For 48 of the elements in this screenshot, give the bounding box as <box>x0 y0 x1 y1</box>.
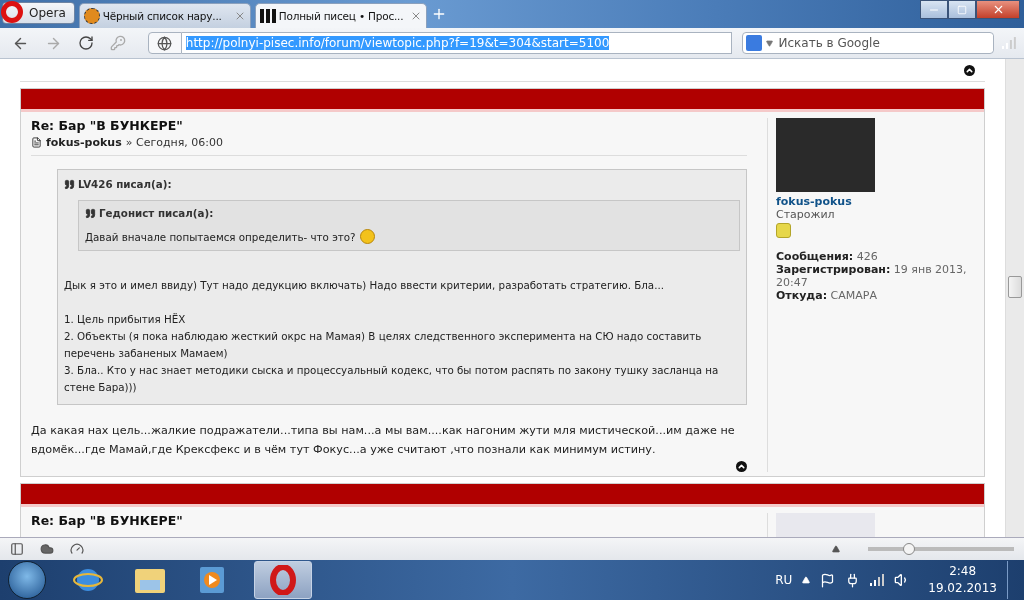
minimize-button[interactable] <box>920 0 948 19</box>
search-engine-icon <box>745 35 762 51</box>
profile-stat: Сообщения: 426 <box>776 250 879 263</box>
opera-menu-button[interactable]: Opera <box>2 2 75 24</box>
clock[interactable]: 2:48 19.02.2013 <box>928 563 997 597</box>
signal-bars-icon <box>1002 37 1016 49</box>
caret-icon[interactable] <box>765 39 773 47</box>
flag-icon[interactable] <box>820 572 836 588</box>
caret-icon[interactable] <box>832 545 840 553</box>
quote-author: Гедонист писал(а): <box>99 207 214 219</box>
back-to-top-icon[interactable] <box>964 64 975 76</box>
profile-stat: Откуда: САМАРА <box>776 289 878 302</box>
language-indicator[interactable]: RU <box>775 573 793 587</box>
profile-stat: Зарегистрирован: 19 янв 2013, 20:47 <box>776 263 968 289</box>
start-button[interactable] <box>8 561 46 599</box>
quote-text: 1. Цель прибытия НЁХ <box>64 312 187 327</box>
restore-icon <box>957 4 967 15</box>
search-field[interactable]: Искать в Google <box>741 32 995 54</box>
smiley-icon <box>359 229 375 244</box>
post-date: » Сегодня, 06:00 <box>125 136 224 149</box>
site-info-button[interactable] <box>148 32 182 54</box>
post-title: Re: Бар "В БУНКЕРЕ" <box>31 118 184 133</box>
quote-text: Дык я это и имел ввиду) Тут надо дедукцию включать) Надо ввести критерии, разработать стратегию. Бла... <box>64 278 665 293</box>
panel-icon[interactable] <box>10 542 24 556</box>
quote-text: 2. Объекты (я пока наблюдаю жесткий окрс на Мамая) В целях следственного эксперимента на СЮ надо составить перечень забаненых Мамаем) <box>64 329 703 361</box>
user-rank: Старожил <box>776 208 836 221</box>
signal-bars-icon <box>870 574 885 586</box>
browser-tab[interactable]: Чёрный список нару... <box>78 3 251 28</box>
browser-tab[interactable]: Полный писец • Прос... <box>254 3 427 28</box>
restore-button[interactable] <box>948 0 976 19</box>
author-link[interactable]: fokus-pokus <box>46 136 122 149</box>
rank-badge-icon <box>776 223 791 238</box>
scrollbar[interactable] <box>1005 59 1024 537</box>
quote-author: LV426 писал(а): <box>78 178 172 190</box>
back-to-top-icon[interactable] <box>736 461 747 472</box>
quote-text: 3. Бла.. Кто у нас знает методики сыска и процессуальный кодекс, что бы потом распять по закону тушку засланца на стене Бара))) <box>64 363 720 395</box>
quote-icon <box>85 207 96 219</box>
post-text: Да какая нах цель...жалкие подражатели...типа вы нам...а мы вам....как нагоним жути мля мистической...им даже не вдомёк...где Мамай,где Крексфекс и в чём тут Фокус...а уже считают ,что познали как минимум истину. <box>31 423 736 458</box>
opera-taskbar-icon[interactable] <box>254 561 312 599</box>
close-button[interactable] <box>976 0 1020 19</box>
post-icon[interactable] <box>31 137 42 148</box>
quote-text: Давай вначале попытаемся определить- что это? <box>85 230 356 243</box>
username-link[interactable]: fokus-pokus <box>776 195 976 208</box>
quote-icon <box>64 178 75 190</box>
cloud-icon[interactable] <box>40 542 54 556</box>
globe-icon <box>157 35 173 51</box>
gauge-icon[interactable] <box>70 542 84 556</box>
post-title: Re: Бар "В БУНКЕРЕ" <box>31 513 184 528</box>
